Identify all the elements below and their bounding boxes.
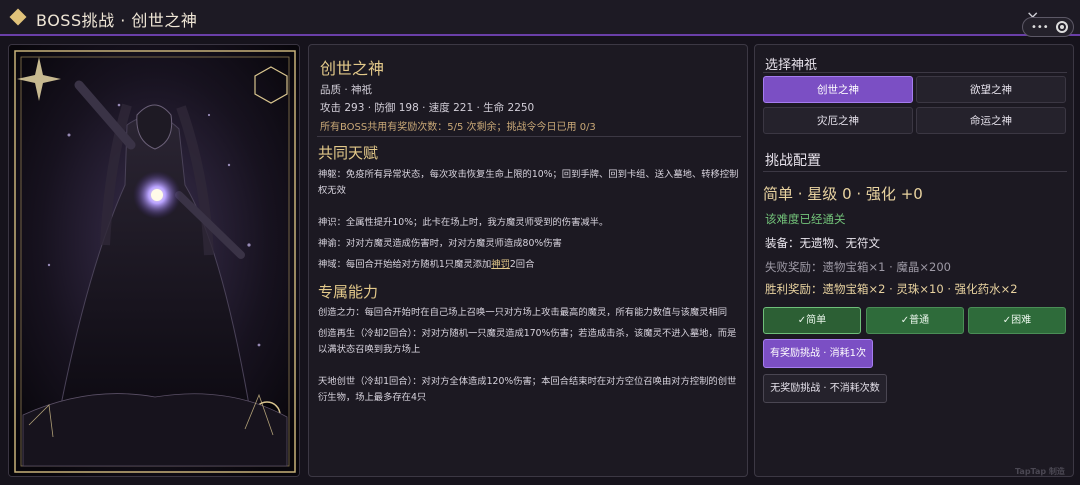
ability-item: 创造再生（冷却2回合）：对对方随机一只魔灵造成170%伤害；若造成击杀，该魔灵不…: [318, 328, 737, 355]
select-god-title: 选择神祇: [765, 58, 818, 73]
god-option-zaie[interactable]: 灾厄之神: [763, 107, 913, 134]
equipment-line: 装备：无遗物、无符文: [765, 236, 880, 250]
reward-challenge-button[interactable]: 有奖励挑战 · 消耗1次: [763, 339, 873, 368]
difficulty-hard-button[interactable]: ✓困难: [968, 307, 1066, 334]
boss-detail-panel: 创世之神 品质 · 神祇 攻击 293 · 防御 198 · 速度 221 · …: [308, 44, 748, 477]
divider: [317, 136, 741, 137]
boss-name: 创世之神: [320, 59, 385, 78]
ability-item: 天地创世（冷却1回合）：对对方全体造成120%伤害；本回合结束时在对方空位召唤由…: [318, 376, 737, 403]
config-title: 挑战配置: [765, 153, 821, 169]
difficulty-normal-button[interactable]: ✓普通: [866, 307, 964, 334]
god-option-yuwang[interactable]: 欲望之神: [916, 76, 1066, 103]
talents-title: 共同天赋: [318, 144, 379, 162]
noreward-challenge-button[interactable]: 无奖励挑战 · 不消耗次数: [763, 374, 887, 403]
win-reward: 胜利奖励：遗物宝箱×2 · 灵珠×10 · 强化药水×2: [765, 282, 1018, 296]
talent-text: 2回合: [509, 259, 535, 270]
divider: [763, 171, 1067, 172]
boss-quality: 品质 · 神祇: [320, 84, 373, 96]
divider: [763, 72, 1067, 73]
mini-program-capsule[interactable]: •••: [1022, 17, 1074, 37]
cleared-status: 该难度已经通关: [765, 212, 846, 226]
god-option-chuangshi[interactable]: 创世之神: [763, 76, 913, 103]
debuff-link[interactable]: 神罚: [491, 259, 510, 270]
page-title: BOSS挑战 · 创世之神: [36, 11, 198, 30]
boss-card-art: [8, 44, 300, 477]
challenge-panel: 选择神祇 创世之神 欲望之神 灾厄之神 命运之神 挑战配置 简单 · 星级 0 …: [754, 44, 1074, 477]
difficulty-easy-button[interactable]: ✓简单: [763, 307, 861, 334]
reward-count-note: 所有BOSS共用有奖励次数：5/5 次剩余；挑战令今日已用 0/3: [320, 122, 596, 133]
talent-item: 神躯：免疫所有异常状态，每次攻击恢复生命上限的10%；回到手牌、回到卡组、送入墓…: [318, 169, 739, 196]
more-icon[interactable]: •••: [1031, 22, 1049, 33]
diamond-icon: [9, 8, 27, 26]
title-bar: BOSS挑战 · 创世之神 × •••: [0, 0, 1080, 37]
abilities-title: 专属能力: [318, 283, 379, 301]
watermark: TapTap 制造: [1015, 467, 1065, 476]
difficulty-summary: 简单 · 星级 0 · 强化 +0: [763, 185, 923, 203]
record-icon[interactable]: [1056, 21, 1068, 33]
talent-item: 神域：每回合开始给对方随机1只魔灵添加神罚2回合: [318, 257, 740, 273]
ability-item: 创造之力：每回合开始时在自己场上召唤一只对方场上攻击最高的魔灵，所有能力数值与该…: [318, 307, 728, 318]
fail-reward: 失败奖励：遗物宝箱×1 · 魔晶×200: [765, 260, 952, 274]
talent-item: 神识：全属性提升10%；此卡在场上时，我方魔灵师受到的伤害减半。: [318, 217, 609, 228]
talent-text: 神域：每回合开始给对方随机1只魔灵添加: [318, 259, 492, 270]
talent-item: 神谕：对对方魔灵造成伤害时，对对方魔灵师造成80%伤害: [318, 238, 562, 249]
god-option-mingyun[interactable]: 命运之神: [916, 107, 1066, 134]
boss-illustration: [9, 45, 299, 476]
boss-stats: 攻击 293 · 防御 198 · 速度 221 · 生命 2250: [320, 102, 535, 114]
